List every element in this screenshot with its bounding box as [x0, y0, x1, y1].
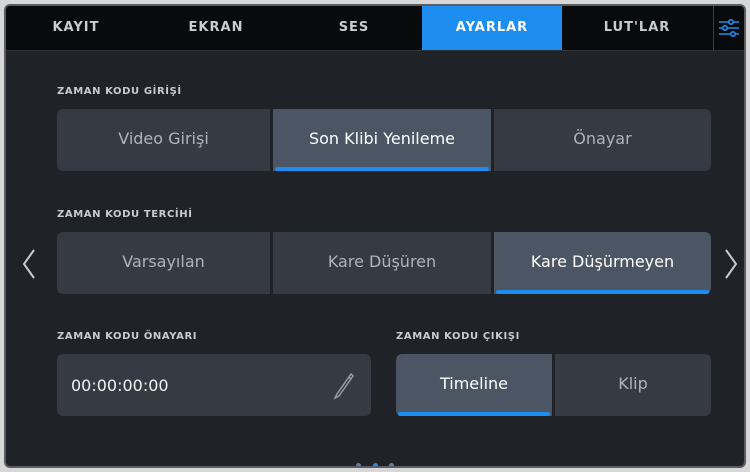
tab-ses[interactable]: SES — [286, 6, 422, 50]
option-timeline[interactable]: Timeline — [396, 354, 552, 416]
option-label: Kare Düşürmeyen — [530, 251, 675, 271]
option-label: Son Klibi Yenileme — [308, 128, 456, 148]
page-dot-current[interactable] — [372, 463, 378, 466]
option-label: Varsayılan — [122, 251, 205, 271]
selected-indicator — [398, 412, 550, 416]
page-dot[interactable] — [356, 463, 362, 466]
option-label: Video Girişi — [118, 128, 209, 148]
chevron-left-icon[interactable] — [18, 244, 40, 284]
tab-ekran[interactable]: EKRAN — [146, 6, 286, 50]
tab-ayarlar[interactable]: AYARLAR — [422, 6, 562, 50]
option-kare-dusurmeyen[interactable]: Kare Düşürmeyen — [494, 232, 711, 294]
timecode-preference-label: ZAMAN KODU TERCİHİ — [57, 209, 193, 220]
selected-indicator — [275, 167, 489, 171]
tab-kayit[interactable]: KAYIT — [6, 6, 146, 50]
timecode-input-label: ZAMAN KODU GİRİŞİ — [57, 86, 182, 97]
timecode-preset-label: ZAMAN KODU ÖNAYARI — [57, 331, 198, 342]
option-label: Önayar — [573, 128, 632, 148]
option-label: Klip — [618, 373, 648, 393]
option-son-klibi-yenileme[interactable]: Son Klibi Yenileme — [273, 109, 491, 171]
tab-bar: KAYIT EKRAN SES AYARLAR LUT'LAR — [6, 6, 744, 51]
option-varsayilan[interactable]: Varsayılan — [57, 232, 270, 294]
sliders-icon — [719, 18, 739, 38]
settings-menu-button[interactable] — [713, 6, 744, 50]
pencil-icon[interactable] — [331, 370, 357, 400]
option-onayar[interactable]: Önayar — [494, 109, 711, 171]
settings-screen: KAYIT EKRAN SES AYARLAR LUT'LAR ZAMAN KO… — [4, 4, 746, 468]
option-kare-dusuren[interactable]: Kare Düşüren — [273, 232, 491, 294]
tab-lutlar[interactable]: LUT'LAR — [562, 6, 712, 50]
chevron-right-icon[interactable] — [720, 244, 742, 284]
timecode-preset-field[interactable]: 00:00:00:00 — [57, 354, 371, 416]
option-klip[interactable]: Klip — [555, 354, 711, 416]
option-label: Kare Düşüren — [327, 251, 437, 271]
timecode-output-label: ZAMAN KODU ÇIKIŞI — [396, 331, 520, 342]
option-video-girisi[interactable]: Video Girişi — [57, 109, 270, 171]
page-dot[interactable] — [388, 463, 394, 466]
option-label: Timeline — [439, 373, 509, 393]
timecode-preset-value: 00:00:00:00 — [71, 375, 169, 395]
page-indicator[interactable] — [6, 453, 744, 466]
selected-indicator — [496, 290, 709, 294]
